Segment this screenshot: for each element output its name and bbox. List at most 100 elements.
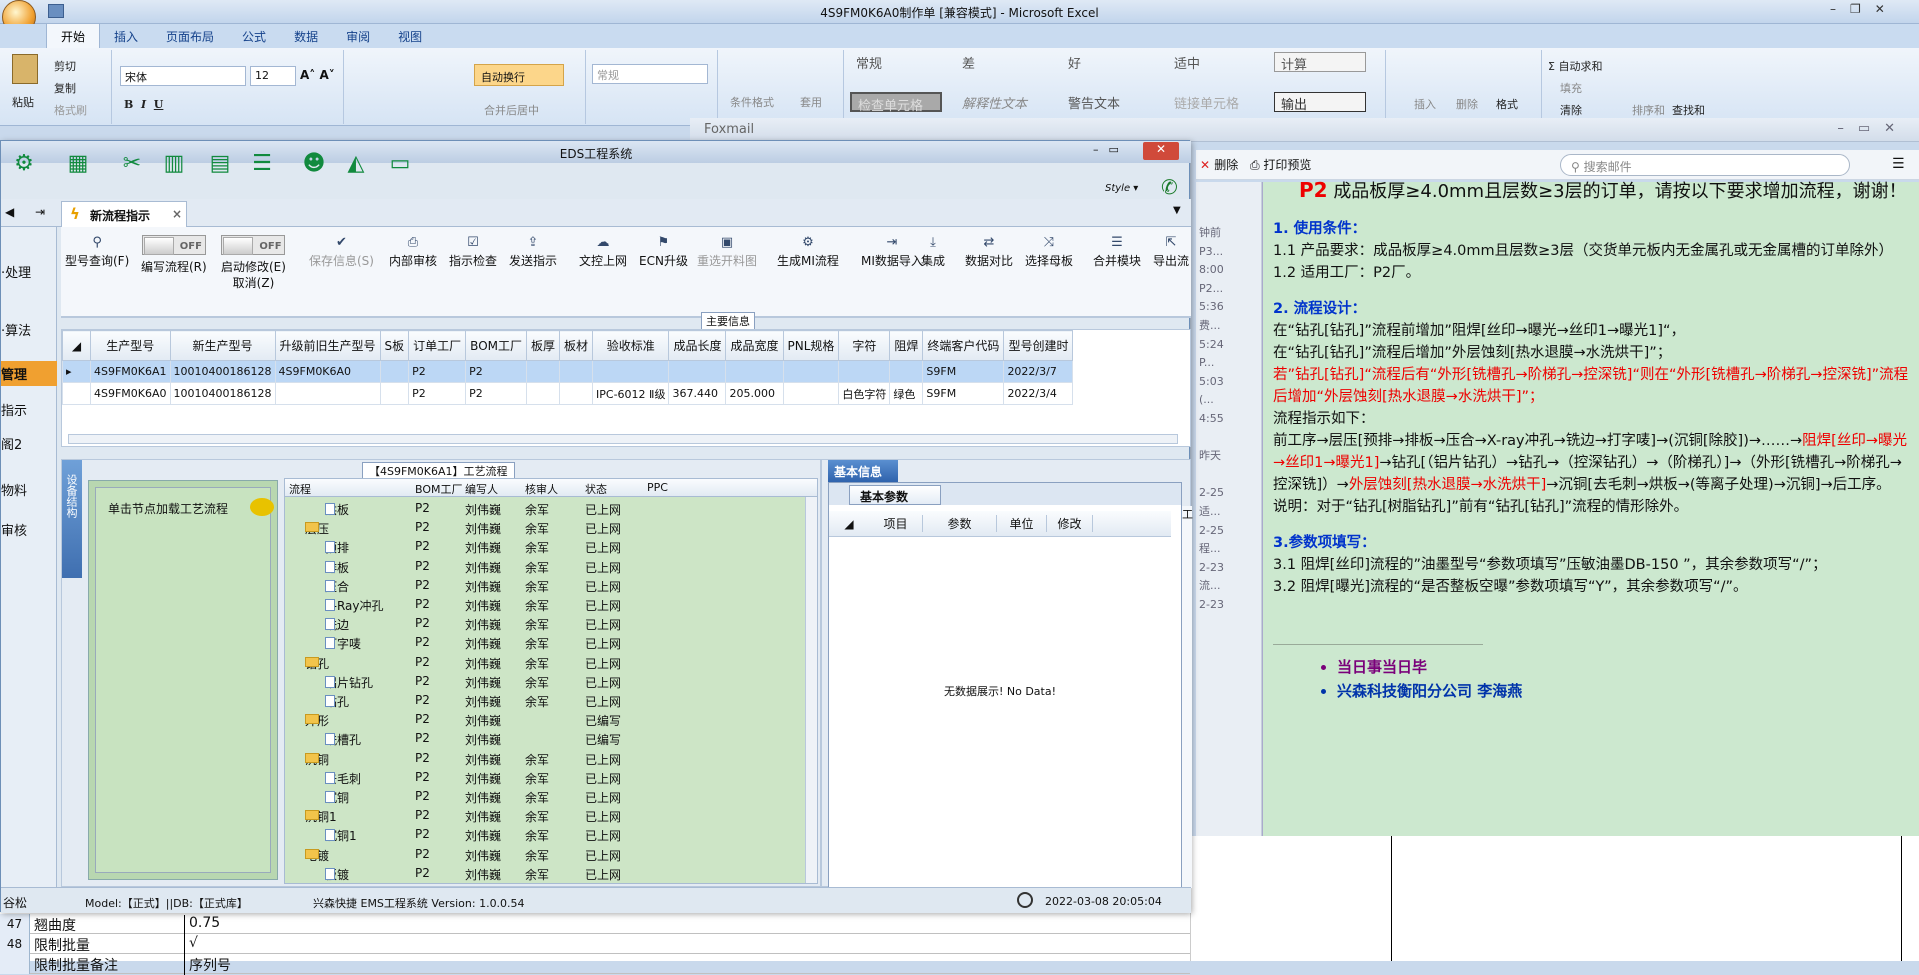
product-grid[interactable]: ◢ 生产型号 新生产型号 升级前旧生产型号 S板 订单工厂 BOM工厂 板厚 板材 验收标准 成品长… bbox=[61, 329, 1191, 447]
fill-button[interactable]: 填充 bbox=[1560, 80, 1582, 96]
action-button[interactable]: ⇄ 数据对比 bbox=[965, 235, 1013, 269]
sort-filter-button[interactable]: 排序和 bbox=[1632, 102, 1665, 118]
sheet-row[interactable]: 47 翘曲度 0.75 bbox=[0, 914, 1190, 935]
bold-button[interactable]: B I U bbox=[124, 98, 163, 111]
info-col-header[interactable]: 参数 bbox=[923, 515, 997, 532]
monitor-icon[interactable]: ▭ bbox=[387, 153, 413, 177]
sheet-cell-label[interactable]: 翘曲度 bbox=[34, 915, 76, 935]
info-col-header[interactable]: 项目 bbox=[869, 515, 923, 532]
grid-cell[interactable]: 4S9FM0K6A0 bbox=[90, 382, 171, 405]
tab-home[interactable]: 开始 bbox=[46, 23, 101, 49]
grid-cell[interactable]: P2 bbox=[465, 382, 527, 405]
grid-cell[interactable]: 4S9FM0K6A1 bbox=[90, 360, 171, 383]
style-linked-cell[interactable]: 链接单元格 bbox=[1168, 92, 1260, 112]
excel-window-controls[interactable]: –❐✕ bbox=[1830, 2, 1899, 16]
delete-mail-button[interactable]: ✕ 删除 bbox=[1200, 156, 1238, 173]
mail-list-item[interactable]: 钟前 bbox=[1199, 224, 1221, 242]
grid-header[interactable]: 板厚 bbox=[525, 330, 561, 361]
grid-cell[interactable] bbox=[559, 382, 594, 405]
style-explanatory[interactable]: 解释性文本 bbox=[956, 92, 1048, 112]
mail-list-item[interactable]: 5:03 bbox=[1199, 373, 1224, 391]
grid-cell[interactable] bbox=[889, 360, 924, 383]
action-button[interactable]: OFF 启动修改(E) 取消(Z) bbox=[221, 235, 286, 291]
tree-col-header[interactable]: 编写人 bbox=[465, 481, 498, 497]
tree-row[interactable]: 铝片钻孔 P2 刘伟巍 余军 已上网 bbox=[285, 672, 805, 691]
foxmail-window-controls[interactable]: –▭✕ bbox=[1837, 121, 1909, 136]
info-col-header[interactable]: 修改 bbox=[1047, 515, 1093, 532]
print-preview-button[interactable]: ⎙ 打印预览 bbox=[1250, 156, 1311, 173]
mail-list-item[interactable]: 昨天 bbox=[1199, 447, 1221, 465]
mail-search-input[interactable]: ⚲ 搜索邮件 bbox=[1560, 154, 1850, 176]
tree-row[interactable]: 钻孔 P2 刘伟巍 余军 已上网 bbox=[285, 653, 805, 672]
tree-row[interactable]: X-Ray冲孔 P2 刘伟巍 余军 已上网 bbox=[285, 595, 805, 614]
grid-cell[interactable]: 2022/3/4 bbox=[1003, 382, 1074, 405]
mail-list-item[interactable]: 费... bbox=[1199, 317, 1221, 335]
tree-row[interactable]: 压合 P2 刘伟巍 余军 已上网 bbox=[285, 576, 805, 595]
tree-row[interactable]: 烘板 P2 刘伟巍 余军 已上网 bbox=[285, 499, 805, 518]
mail-list-item[interactable]: 2-25 bbox=[1199, 522, 1224, 540]
nav-pin-icon[interactable]: ⇥ bbox=[35, 205, 45, 219]
off-toggle[interactable]: OFF bbox=[141, 235, 206, 255]
grid-row[interactable]: 4S9FM0K6A0 10010400186128 P2 P2 IPC-6012 Ⅱ级 3… bbox=[62, 382, 1074, 405]
eds-window-controls[interactable]: –▭ bbox=[1093, 143, 1129, 156]
tree-node[interactable]: 层压 bbox=[305, 520, 329, 537]
style-check-cell[interactable]: 检查单元格 bbox=[850, 92, 942, 114]
tree-node[interactable]: 压合 bbox=[325, 578, 349, 595]
left-nav-item[interactable]: 审核 bbox=[1, 517, 57, 542]
tab-review[interactable]: 审阅 bbox=[332, 24, 384, 49]
left-nav-item[interactable]: ·算法 bbox=[1, 317, 57, 342]
style-warning[interactable]: 警告文本 bbox=[1062, 92, 1154, 112]
tree-vscrollbar[interactable] bbox=[805, 497, 817, 883]
grid-header[interactable]: 阻焊 bbox=[889, 330, 924, 361]
action-button[interactable]: ⚑ ECN升级 bbox=[639, 235, 688, 269]
tree-row[interactable]: 预排 P2 刘伟巍 余军 已上网 bbox=[285, 537, 805, 556]
grid-cell[interactable] bbox=[274, 382, 381, 405]
mail-list-item[interactable]: 程... bbox=[1199, 540, 1221, 558]
mail-list-item[interactable]: 2-23 bbox=[1199, 596, 1224, 614]
tree-node[interactable]: 铝片钻孔 bbox=[325, 674, 373, 691]
row-number[interactable]: 48 bbox=[0, 934, 30, 954]
grid-header[interactable]: 成品宽度 bbox=[725, 330, 784, 361]
font-size-select[interactable]: 12 bbox=[250, 66, 296, 86]
grid-header[interactable]: 生产型号 bbox=[90, 330, 171, 361]
action-button[interactable]: ⇥ MI数据导入 bbox=[861, 235, 923, 269]
grid-icon[interactable]: ▦ bbox=[65, 153, 91, 177]
grid-cell[interactable]: IPC-6012 Ⅱ级 bbox=[592, 382, 670, 405]
action-button[interactable]: ☑ 指示检查 bbox=[449, 235, 497, 269]
tree-row[interactable]: 去毛刺 P2 刘伟巍 余军 已上网 bbox=[285, 768, 805, 787]
paste-icon[interactable] bbox=[12, 54, 38, 84]
style-output[interactable]: 输出 bbox=[1274, 92, 1366, 113]
row-number[interactable] bbox=[0, 954, 30, 974]
grid-cell[interactable]: 4S9FM0K6A0 bbox=[274, 360, 381, 383]
mail-list-item[interactable]: 5:24 bbox=[1199, 336, 1224, 354]
font-size-grow-icon[interactable]: A˄ A˅ bbox=[300, 68, 340, 84]
grid-header[interactable]: 验收标准 bbox=[592, 330, 670, 361]
right-collapsed-tab[interactable]: 工 bbox=[1182, 506, 1193, 888]
tree-row[interactable]: 铣边 P2 刘伟巍 余军 已上网 bbox=[285, 614, 805, 633]
grid-header[interactable]: S板 bbox=[379, 330, 410, 361]
sheet-cell-value[interactable]: √ bbox=[184, 935, 198, 955]
tree-col-header[interactable]: 流程 bbox=[289, 481, 311, 497]
grid-header[interactable]: 终端客户代码 bbox=[922, 330, 1005, 361]
tree-node[interactable]: 外形 bbox=[305, 712, 329, 729]
tree-row[interactable]: 沉铜 P2 刘伟巍 余军 已上网 bbox=[285, 787, 805, 806]
tree-row[interactable]: 沉铜1 P2 刘伟巍 余军 已上网 bbox=[285, 806, 805, 825]
grid-cell[interactable]: 2022/3/7 bbox=[1003, 360, 1074, 383]
menu-icon[interactable]: ☰ bbox=[1892, 156, 1905, 172]
tree-row[interactable]: 打字唛 P2 刘伟巍 余军 已上网 bbox=[285, 633, 805, 652]
wrap-text-button[interactable]: 自动换行 bbox=[474, 64, 564, 86]
style-neutral[interactable]: 适中 bbox=[1168, 52, 1260, 72]
tree-row[interactable]: 外形 P2 刘伟巍 已编写 bbox=[285, 710, 805, 729]
grid-cell[interactable]: 绿色 bbox=[889, 382, 924, 405]
mail-list-item[interactable]: (... bbox=[1199, 391, 1214, 409]
left-nav-item[interactable]: 指示 bbox=[1, 397, 57, 422]
tree-node[interactable]: 预排 bbox=[325, 539, 349, 556]
action-button[interactable]: ☁ 文控上网 bbox=[579, 235, 627, 269]
sheet-row[interactable]: 48 限制批量 √ bbox=[0, 934, 1190, 955]
list-icon[interactable]: ☰ bbox=[249, 153, 275, 177]
grid-header[interactable]: 新生产型号 bbox=[169, 330, 276, 361]
grid-header[interactable]: PNL规格 bbox=[782, 330, 840, 361]
number-format-select[interactable]: 常规 bbox=[592, 64, 708, 84]
tree-row[interactable]: 沉铜1 P2 刘伟巍 余军 已上网 bbox=[285, 825, 805, 844]
chart-icon[interactable]: ◭ bbox=[343, 153, 369, 177]
